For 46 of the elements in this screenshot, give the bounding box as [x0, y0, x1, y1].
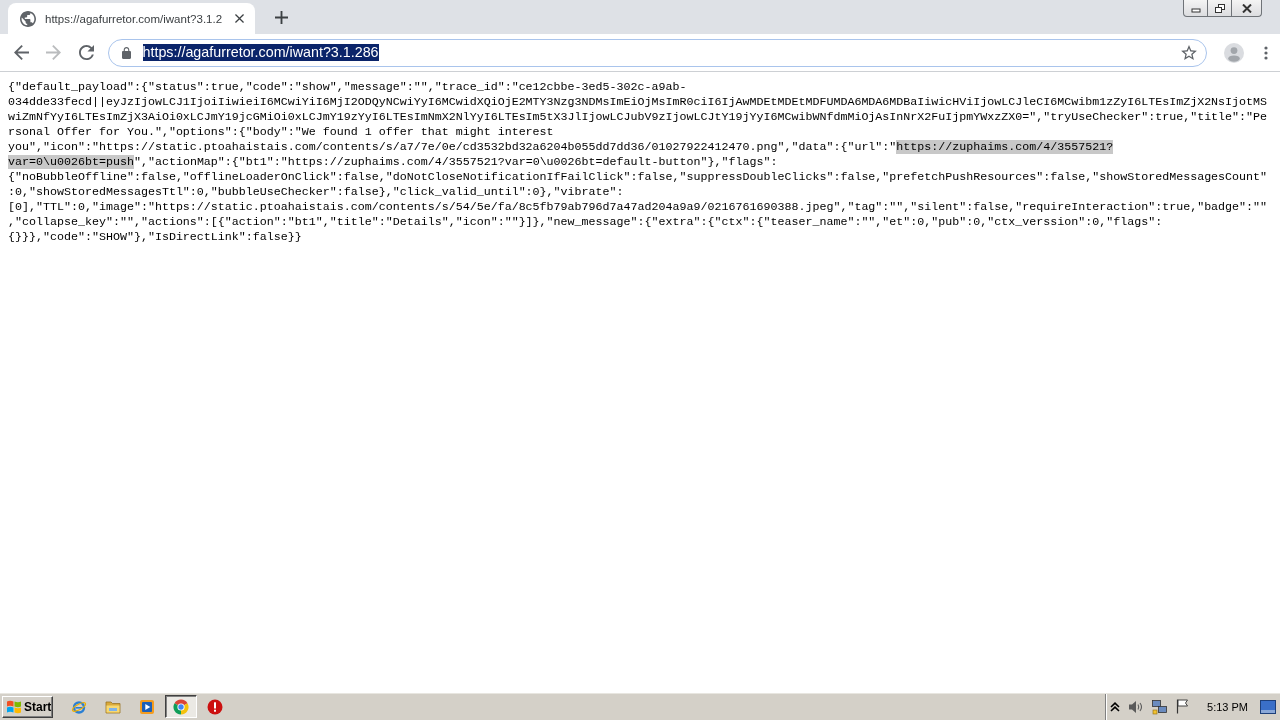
lock-icon: [121, 46, 131, 59]
page-text: [0],"TTL":0,"image":"https://static.ptoahaistais.com/contents/s/54/5e/fa/8c5fb79ab796d7a47ad204a9a9/0216761690388.jpeg","tag":"","silent":false,"requireInteraction":true,"badge":"": [8, 200, 1268, 214]
browser-tab[interactable]: https://agafurretor.com/iwant?3.1.2: [8, 3, 256, 34]
taskbar-app-button[interactable]: [165, 695, 197, 718]
folder-icon: [105, 698, 121, 715]
selected-text: https://zuphaims.com/4/3557521?: [896, 140, 1114, 154]
network-icon[interactable]: [1152, 698, 1169, 715]
url-text[interactable]: https://agafurretor.com/iwant?3.1.286: [142, 44, 379, 61]
close-icon: [234, 14, 244, 23]
chevron-up-icon[interactable]: [1110, 701, 1121, 712]
address-field[interactable]: https://agafurretor.com/iwant?3.1.286: [107, 38, 1207, 67]
page-text: 034dde33fecd||eyJzIjowLCJ1IjoiIiwieiI6MCwiYiI6MjI2ODQyNCwiYyI6MCwidXQiOjE2MTY3Nzg3NDMsImEiOjMsImR0ciI6IjAwMDEtMDEtMDFUMDA6MDA6MDBaIiwicHViIjowLCJleCI6MCwibm1zZyI6LTEsImZjX2NsIjotMS: [8, 95, 1268, 109]
page-text: {}}},"code":"SHOW"},"IsDirectLink":false}}: [8, 230, 302, 244]
avatar-icon: [1223, 42, 1244, 63]
start-button[interactable]: Start: [2, 695, 53, 718]
play-icon: [139, 698, 155, 715]
exclamation-icon: [207, 698, 223, 715]
page-text: you","icon":"https://static.ptoahaistais.com/contents/s/a7/7e/0e/cd3532bd32a6204b055dd7dd36/01027922412470.png","data":{"url":": [8, 140, 897, 154]
page-text: wiZmNfYyI6LTEsImZjX3AiOi0xLCJmY19jcGMiOi0xLCJmY19zYyI6LTEsImNmX2NlYyI6LTEsIm5tX3JlIjowLCJubV9zIjowLCJtY19jYyI6MCwibWNfdmMiOjAsInNrX2FuIjpmYWxzZX0=","tryUseChecker":true,"title":"Pe: [8, 110, 1268, 124]
selected-text: var=0\u0026bt=push: [8, 155, 134, 169]
globe-icon: [20, 10, 36, 27]
tab-title: https://agafurretor.com/iwant?3.1.2: [45, 12, 223, 25]
page-text: {"default_payload":{"status":true,"code":"show","message":"","trace_id":"ce12cbbe-3ed5-302c-a9ab-: [8, 80, 687, 94]
close-button[interactable]: [1232, 0, 1262, 17]
desktop-icon[interactable]: [1260, 699, 1276, 714]
page-text: {"noBubbleOffline":false,"offlineLoaderOnClick":false,"doNotCloseNotificationIfFailClick":false,"suppressDoubleClicks":false,"prefetchPushResources":false,"showStoredMessagesCount": [8, 170, 1268, 184]
page-text: rsonal Offer for You.","options":{"body":"We found 1 offer that might interest: [8, 125, 554, 139]
restore-button[interactable]: [1208, 0, 1232, 17]
menu-icon: [1264, 45, 1268, 60]
restore-icon: [1214, 3, 1225, 13]
speaker-icon[interactable]: [1128, 698, 1145, 715]
arrow-right-icon: [46, 45, 61, 60]
flag-icon[interactable]: [1176, 699, 1190, 714]
orbit-logo-icon: [71, 698, 87, 715]
circle-logo-icon: [173, 698, 189, 715]
clock-text[interactable]: 5:13 PM: [1207, 700, 1248, 713]
plus-icon: [274, 10, 288, 24]
close-icon: [1241, 3, 1252, 13]
page-text: ,"collapse_key":"","actions":[{"action":"bt1","title":"Details","icon":""}]},"new_message":{"extra":{"ctx":{"teaser_name":"","et":0,"pub":0,"ctx_verssion":0,"flags":: [8, 215, 1163, 229]
arrow-left-icon: [13, 45, 29, 60]
minimize-button[interactable]: [1183, 0, 1208, 17]
reload-icon: [78, 45, 94, 60]
page-text: :0,"showStoredMessagesTtl":0,"bubbleUseChecker":false},"click_valid_until":0},"vibrate":: [8, 185, 624, 199]
windows-flag-icon: [6, 699, 22, 714]
page-text: ","actionMap":{"bt1":"https://zuphaims.com/4/3557521?var=0\u0026bt=default-button"},"flags":: [133, 155, 778, 169]
star-icon[interactable]: [1181, 45, 1197, 60]
